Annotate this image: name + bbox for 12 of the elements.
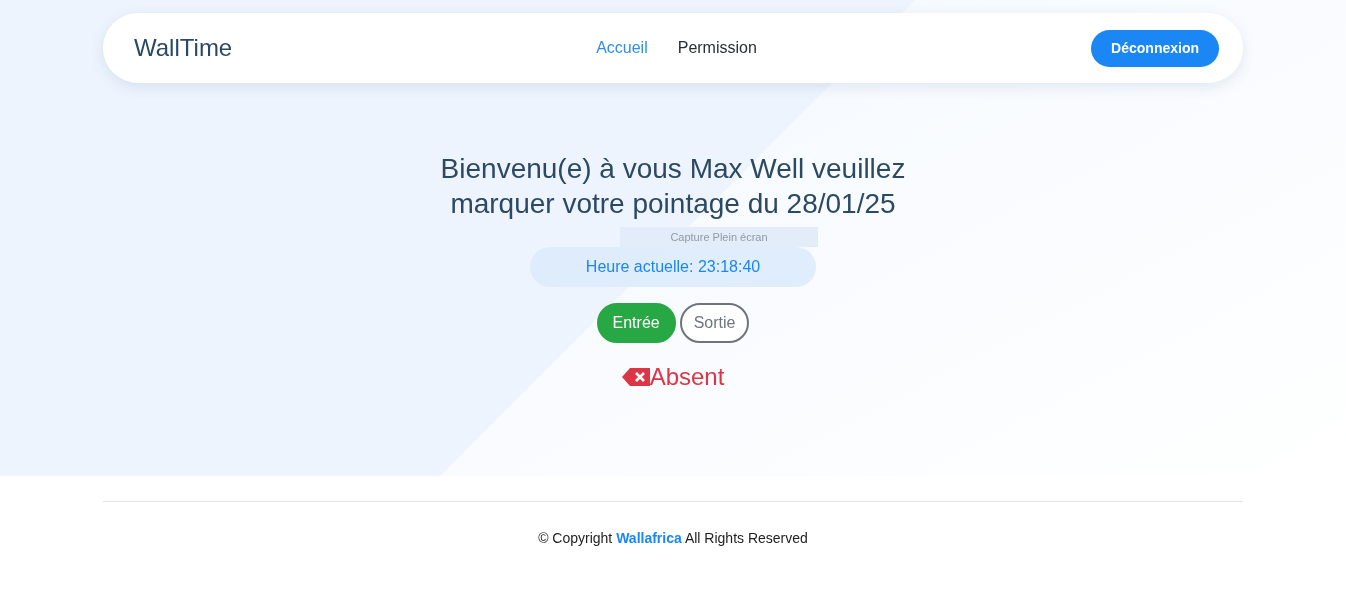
copyright-text: © Copyright Wallafrica All Rights Reserved [537,529,809,548]
nav-link[interactable]: Permission [677,36,757,60]
welcome-heading: Bienvenu(e) à vous Max Well veuillez marquer votre pointage du 28/01/25 [439,152,907,221]
close-tag-icon [621,368,650,386]
status-label: Absent [649,362,725,392]
punch-button[interactable]: Entrée [596,303,676,343]
nav-link[interactable]: Accueil [596,36,648,60]
company-link[interactable]: Wallafrica [616,530,682,546]
brand-logo[interactable]: WallTime [134,30,597,66]
clock-display: Heure actuelle: 23:18:40 [530,247,816,287]
logout-button[interactable]: Déconnexion [1091,29,1219,67]
tooltip: Capture Plein écran [620,227,818,247]
